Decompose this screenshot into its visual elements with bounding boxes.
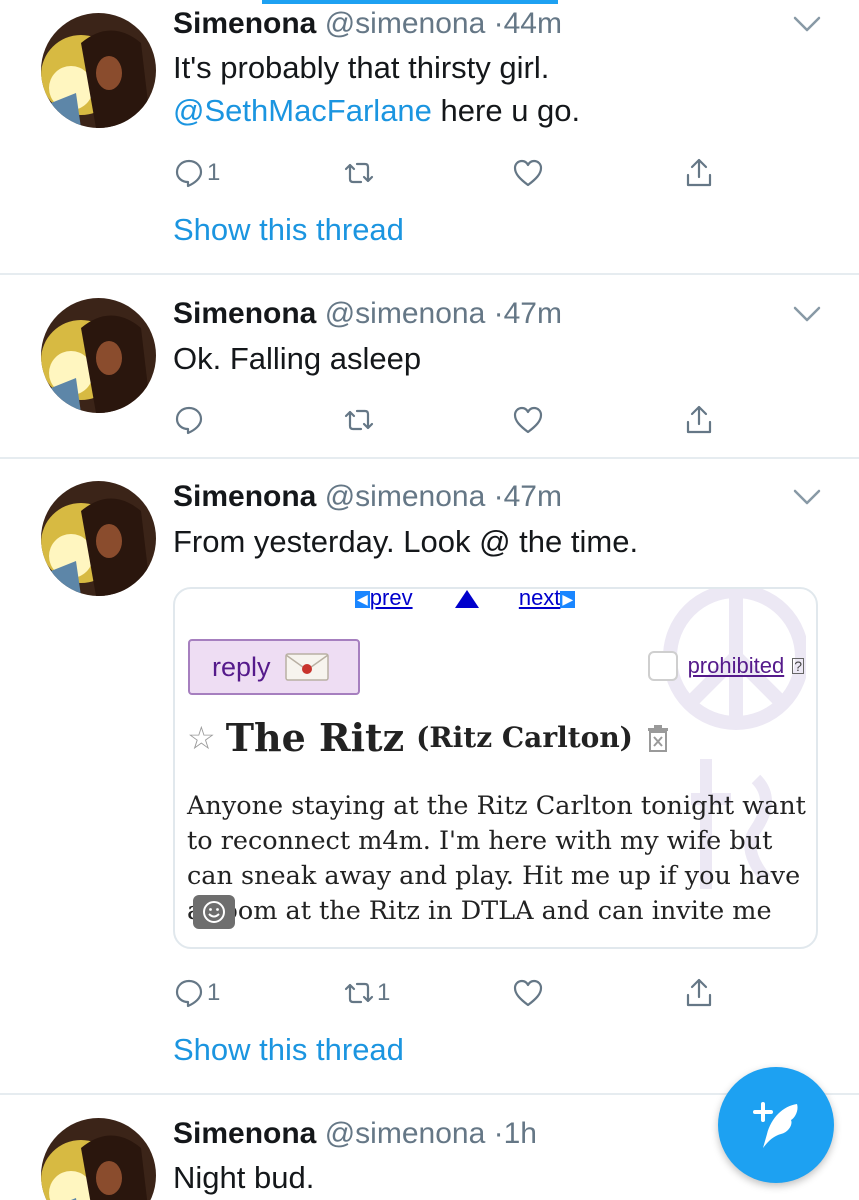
share-icon: [686, 405, 712, 434]
retweet-button[interactable]: 1: [343, 973, 390, 1013]
retweet-icon: [344, 982, 374, 1004]
avatar[interactable]: [41, 298, 156, 413]
share-button[interactable]: [683, 973, 715, 1013]
tweet-text: Ok. Falling asleep: [173, 341, 422, 376]
tweet-header: Simenona @simenona ·1h: [173, 1114, 537, 1154]
tweet-header: Simenona @simenona ·47m: [173, 477, 562, 517]
timestamp[interactable]: 1h: [504, 1117, 537, 1150]
timestamp[interactable]: 44m: [504, 7, 562, 40]
prohibited-link: prohibited: [687, 653, 785, 678]
like-button[interactable]: [512, 153, 544, 193]
envelope-icon: [284, 653, 329, 681]
retweet-icon: [344, 162, 374, 184]
user-handle[interactable]: @simenona: [325, 7, 486, 40]
avatar[interactable]: [41, 481, 156, 596]
reply-button[interactable]: 1: [173, 973, 220, 1013]
reply-icon: [175, 979, 203, 1008]
tweet-divider: [0, 457, 859, 459]
show-thread-link[interactable]: Show this thread: [173, 210, 404, 250]
trash-icon: [647, 724, 668, 752]
next-arrow-icon: ▶: [560, 590, 576, 608]
posting-nav: ◀prev next ▶: [355, 587, 576, 611]
tweet-text: From yesterday. Look @ the time.: [173, 524, 639, 559]
display-name[interactable]: Simenona: [173, 480, 316, 513]
tweet-actions: [173, 400, 733, 440]
reply-icon: [175, 406, 203, 435]
compose-tweet-button[interactable]: [718, 1067, 834, 1183]
tweet-text: It's probably that thirsty girl. @SethMa…: [173, 50, 581, 128]
prev-arrow-icon: ◀: [355, 590, 370, 608]
user-handle[interactable]: @simenona: [325, 1117, 486, 1150]
user-handle[interactable]: @simenona: [325, 480, 486, 513]
posting-body: Anyone staying at the Ritz Carlton tonig…: [187, 791, 806, 926]
posting-title-main: The Ritz: [225, 715, 405, 760]
tweet-text: Night bud.: [173, 1160, 315, 1195]
avatar[interactable]: [41, 1118, 156, 1200]
reply-count: 1: [207, 979, 221, 1006]
share-button[interactable]: [683, 153, 715, 193]
help-link: ?: [792, 658, 804, 674]
retweet-count: 1: [377, 979, 391, 1006]
dot-separator: ·: [493, 297, 504, 330]
share-icon: [686, 158, 712, 187]
reply-button[interactable]: [173, 400, 205, 440]
user-handle[interactable]: @simenona: [325, 297, 486, 330]
compose-tweet-icon: [753, 1102, 798, 1148]
show-thread-link[interactable]: Show this thread: [173, 1030, 404, 1070]
share-icon: [686, 978, 712, 1007]
retweet-icon: [344, 409, 374, 431]
heart-icon: [513, 979, 543, 1007]
posting-reply-button: reply: [188, 639, 360, 695]
embedded-image[interactable]: ◀prev next ▶ reply prohibited ? ☆ The Rit…: [173, 587, 818, 949]
posting-title: ☆ The Ritz (Ritz Carlton): [187, 715, 671, 760]
chevron-down-icon[interactable]: [791, 302, 823, 326]
display-name[interactable]: Simenona: [173, 1117, 316, 1150]
timestamp[interactable]: 47m: [504, 297, 562, 330]
chevron-down-icon[interactable]: [791, 485, 823, 509]
display-name[interactable]: Simenona: [173, 7, 316, 40]
posting-title-location: (Ritz Carlton): [416, 721, 633, 754]
smiley-badge-icon: [193, 895, 235, 929]
retweet-button[interactable]: [343, 400, 375, 440]
prev-link: prev: [369, 587, 413, 610]
prohibited-flag: prohibited ?: [647, 651, 804, 681]
tweet-actions: 1 1: [173, 973, 733, 1013]
display-name[interactable]: Simenona: [173, 297, 316, 330]
like-button[interactable]: [512, 400, 544, 440]
reply-icon: [175, 159, 203, 188]
tweet-header: Simenona @simenona ·44m: [173, 4, 562, 44]
share-button[interactable]: [683, 400, 715, 440]
reply-button[interactable]: 1: [173, 153, 220, 193]
star-icon: ☆: [187, 718, 216, 757]
heart-icon: [513, 159, 543, 187]
next-link: next: [518, 587, 561, 610]
heart-icon: [513, 406, 543, 434]
like-button[interactable]: [512, 973, 544, 1013]
chevron-down-icon[interactable]: [791, 12, 823, 36]
dot-separator: ·: [493, 480, 504, 513]
prohibited-checkbox: [647, 651, 678, 681]
dot-separator: ·: [493, 7, 504, 40]
mention-link[interactable]: @SethMacFarlane: [173, 93, 432, 128]
tweet-actions: 1: [173, 153, 733, 193]
up-arrow-icon: [454, 590, 479, 609]
reply-count: 1: [207, 159, 221, 186]
dot-separator: ·: [493, 1117, 504, 1150]
retweet-button[interactable]: [343, 153, 375, 193]
timestamp[interactable]: 47m: [504, 480, 562, 513]
avatar[interactable]: [41, 13, 156, 128]
tweet-divider: [0, 273, 859, 275]
tweet-header: Simenona @simenona ·47m: [173, 294, 562, 334]
